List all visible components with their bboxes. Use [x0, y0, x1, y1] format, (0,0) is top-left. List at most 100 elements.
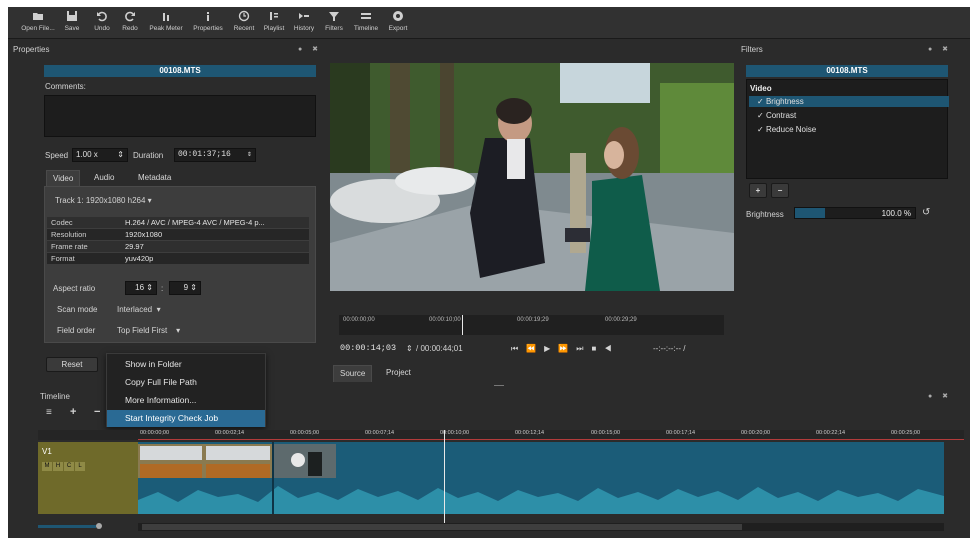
aspect-height-spinbox[interactable]: 9 ⇕ [169, 281, 201, 295]
track-name: V1 [42, 447, 52, 456]
filter-item-brightness[interactable]: ✓ Brightness [749, 96, 949, 107]
info-value: yuv420p [125, 254, 154, 263]
properties-icon [207, 12, 209, 21]
checkmark-icon[interactable]: ✓ [757, 125, 764, 134]
shotcut-window: Open File... Save Undo Redo Peak Meter P… [8, 7, 970, 538]
brightness-value: 100.0 % [881, 209, 911, 218]
spin-arrows-icon[interactable]: ⇕ [406, 344, 413, 353]
export-button[interactable]: Export [378, 10, 418, 32]
timeline-ruler-label: 00:00:02;14 [215, 430, 245, 436]
mute-button[interactable]: M [42, 462, 52, 471]
speed-label: Speed [45, 151, 69, 160]
zoom-slider-handle[interactable] [96, 523, 102, 529]
timeline-ruler-label: 00:00:12;14 [515, 430, 545, 436]
scan-mode-select[interactable]: Interlaced ▾ [117, 305, 161, 314]
undo-icon [97, 11, 107, 22]
brightness-label: Brightness [746, 210, 784, 219]
properties-dock-buttons[interactable]: ● ✖ [298, 45, 322, 53]
track-buttons: MHCL [42, 460, 85, 471]
timeline-ruler-label: 00:00:22;14 [816, 430, 846, 436]
properties-button[interactable]: Properties [188, 10, 228, 32]
timeline-zoom-slider[interactable] [38, 525, 96, 528]
field-order-select[interactable]: Top Field First ▾ [117, 326, 180, 335]
toggle-zoom-icon[interactable]: ■ [592, 344, 605, 353]
peak-meter-button[interactable]: Peak Meter [146, 10, 186, 32]
timeline-ruler-label: 00:00:25;00 [891, 430, 921, 436]
splitter-handle[interactable] [494, 385, 504, 386]
track-header-v1[interactable]: V1 MHCL [38, 442, 138, 514]
clip-thumbnails-and-waveform [138, 442, 944, 514]
timeline-ruler-label: 00:00:05;00 [290, 430, 320, 436]
media-info-table: Codec H.264 / AVC / MPEG-4 AVC / MPEG-4 p… [47, 215, 313, 273]
duration-value: 00:01:37;16 [178, 150, 231, 159]
track-selector[interactable]: Track 1: 1920x1080 h264 ▾ [55, 196, 152, 205]
duration-spinbox[interactable]: 00:01:37;16 ⇕ [174, 148, 256, 162]
tab-source[interactable]: Source [333, 365, 373, 382]
menu-item-more-information[interactable]: More Information... [107, 392, 265, 409]
tab-metadata[interactable]: Metadata [132, 170, 177, 186]
play-icon[interactable]: ▶ [544, 344, 558, 353]
composite-button[interactable]: C [64, 462, 74, 471]
menu-item-start-integrity-check-job[interactable]: Start Integrity Check Job [107, 410, 265, 427]
timeline-panel-title: Timeline [40, 392, 70, 401]
ruler-label: 00:00:29;29 [605, 317, 637, 323]
tab-project[interactable]: Project [380, 365, 417, 381]
timeline-dock-buttons[interactable]: ● ✖ [928, 392, 952, 400]
aspect-height-value: 9 [183, 283, 189, 292]
volume-icon[interactable]: ◀ [604, 344, 619, 353]
redo-button[interactable]: Redo [110, 10, 150, 32]
total-timecode: / 00:00:44;01 [416, 344, 463, 353]
checkmark-icon[interactable]: ✓ [757, 111, 764, 120]
scan-mode-label: Scan mode [57, 305, 98, 314]
spin-arrows-icon: ⇕ [146, 283, 153, 292]
filter-item-contrast[interactable]: ✓ Contrast [749, 110, 949, 121]
redo-label: Redo [122, 25, 138, 32]
timeline-ruler-label: 00:00:00;00 [140, 430, 170, 436]
rewind-icon[interactable]: ⏪ [526, 344, 544, 353]
timeline-ruler[interactable]: 00:00:00;00 00:00:02;14 00:00:05;00 00:00:0… [38, 430, 964, 440]
timeline-scrollbar[interactable] [138, 523, 944, 531]
scrollbar-thumb[interactable] [142, 524, 742, 530]
timeline-remove-button[interactable]: − [94, 406, 100, 418]
tab-audio[interactable]: Audio [88, 170, 120, 186]
timeline-ruler-line [138, 439, 964, 440]
player-ruler[interactable]: 00:00:00;00 00:00:10;00 00:00:19;29 00:0… [339, 315, 724, 335]
menu-item-copy-full-file-path[interactable]: Copy Full File Path [107, 374, 265, 391]
timeline-menu-button[interactable]: ≡ [46, 407, 52, 418]
comments-field[interactable] [44, 95, 316, 137]
timeline-append-button[interactable]: + [70, 406, 76, 418]
aspect-width-spinbox[interactable]: 16 ⇕ [125, 281, 157, 295]
redo-icon [125, 11, 135, 22]
fast-forward-icon[interactable]: ⏩ [558, 344, 576, 353]
tab-video[interactable]: Video [46, 170, 81, 187]
filter-label: Brightness [765, 97, 804, 106]
spin-arrows-icon: ⇕ [247, 150, 252, 159]
filter-list: Video ✓ Brightness ✓ Contrast ✓ Reduce N… [746, 79, 949, 179]
lock-button[interactable]: L [75, 462, 85, 471]
add-filter-button[interactable]: + [749, 183, 767, 198]
aspect-width-value: 16 [135, 283, 145, 292]
timeline-playhead[interactable] [444, 430, 445, 523]
timeline-clip[interactable] [138, 442, 944, 514]
reset-param-icon[interactable]: ↺ [922, 207, 930, 218]
skip-previous-icon[interactable]: ⏮ [511, 344, 526, 353]
current-timecode[interactable]: 00:00:14;03 [340, 343, 396, 353]
save-icon [67, 11, 77, 21]
hide-button[interactable]: H [53, 462, 63, 471]
playlist-icon [270, 12, 278, 20]
video-preview[interactable] [330, 63, 734, 291]
menu-item-show-in-folder[interactable]: Show in Folder [107, 356, 265, 373]
skip-next-icon[interactable]: ⏭ [576, 344, 591, 353]
filter-item-reduce-noise[interactable]: ✓ Reduce Noise [749, 124, 949, 135]
remove-filter-button[interactable]: − [771, 183, 789, 198]
player-playhead[interactable] [462, 315, 463, 335]
folder-open-icon [33, 13, 43, 20]
brightness-slider[interactable]: 100.0 % [794, 207, 916, 219]
info-value: 29.97 [125, 242, 144, 251]
checkmark-icon[interactable]: ✓ [757, 97, 764, 106]
filters-dock-buttons[interactable]: ● ✖ [928, 45, 952, 53]
info-key: Format [51, 254, 75, 263]
info-key: Codec [51, 218, 73, 227]
reset-button[interactable]: Reset [46, 357, 98, 372]
speed-spinbox[interactable]: 1.00 x ⇕ [72, 148, 128, 162]
